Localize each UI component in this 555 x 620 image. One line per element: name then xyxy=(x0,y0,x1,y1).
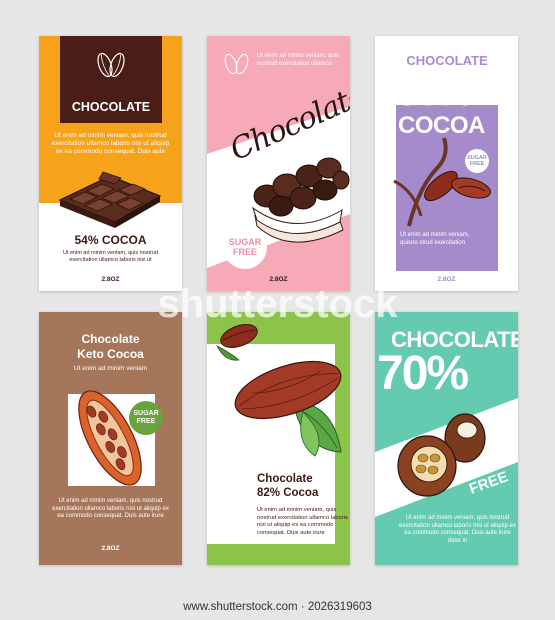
title-line-1: Chocolate xyxy=(81,332,140,346)
card-54-cocoa: CHOCOLATE Ut enim ad minim veniam, quis … xyxy=(39,36,182,291)
cocoa-bean-icon xyxy=(94,50,128,80)
card-body-text: Ut enim ad minim veniam, quis nostrud ex… xyxy=(257,53,340,67)
big-percentage: 90% xyxy=(397,70,473,114)
chocolate-bar-illustration xyxy=(55,170,165,230)
footer-credit: www.shutterstock.com · 2026319603 xyxy=(183,601,372,613)
card-title: CHOCOLATE xyxy=(71,100,151,114)
watermark: shutterstock xyxy=(157,282,398,326)
card-title: Chocolate 82% Cocoa xyxy=(257,472,350,500)
card-82-cocoa: Chocolate 82% Cocoa Ut enim ad minim ven… xyxy=(207,312,350,565)
card-keto-cocoa: Chocolate Keto Cocoa Ut enim ad minim ve… xyxy=(39,312,182,565)
title-line-2: 82% Cocoa xyxy=(257,487,319,499)
card-body-text: Ut enim ad minim veniam, quis nostrud ex… xyxy=(51,132,170,155)
title-line-2: Keto Cocoa xyxy=(77,347,144,361)
cocoa-bean-icon xyxy=(221,51,253,77)
sugar-free-badge: SUGAR FREE xyxy=(465,149,489,173)
card-body-text: Ut enim ad minim veniam, quis nostrud ex… xyxy=(52,498,169,519)
cocoa-label: COCOA xyxy=(398,112,485,139)
card-small-text: Ut enim ad minim veniam, quis nostrud ex… xyxy=(62,250,159,263)
card-body-text: Ut enim ad minim veniam, quisno strud ex… xyxy=(400,232,470,246)
net-weight: 2.8OZ xyxy=(101,545,120,552)
card-title: Chocolate Keto Cocoa xyxy=(39,332,182,362)
card-90-cocoa: CHOCOLATE 90% COCOA SUGAR FREE Ut enim a… xyxy=(375,36,518,291)
card-sugar-free-pink: Ut enim ad minim veniam, quis nostrud ex… xyxy=(207,36,350,291)
big-percentage: 70% xyxy=(377,347,469,400)
badge-line-1: SUGAR xyxy=(228,237,262,247)
badge-line-1: SUGAR xyxy=(133,410,159,417)
card-body-text: Ut enim ad minim veniam, quis nostrud ex… xyxy=(257,507,348,536)
cocoa-percentage: 54% COCOA xyxy=(74,233,147,247)
card-title: CHOCOLATE xyxy=(406,53,488,68)
card-body-text: Ut enim ad minim veniam, quis nostrud ex… xyxy=(399,515,516,544)
sugar-free-badge: SUGAR FREE xyxy=(129,401,163,435)
cocoa-pod-illustration xyxy=(65,378,155,498)
card-70-chocolate: CHOCOLATE 70% SUGAR FREE Ut enim ad mini… xyxy=(375,312,518,565)
badge-line-2: FREE xyxy=(469,161,485,167)
title-line-1: Chocolate xyxy=(257,473,313,485)
badge-line-2: FREE xyxy=(232,247,257,257)
sugar-free-badge: SUGAR FREE xyxy=(223,225,267,269)
card-subtitle: Ut enim ad minim veniam xyxy=(73,365,148,372)
badge-line-2: FREE xyxy=(136,418,156,425)
cocoa-pod-leaf-illustration xyxy=(233,342,350,460)
